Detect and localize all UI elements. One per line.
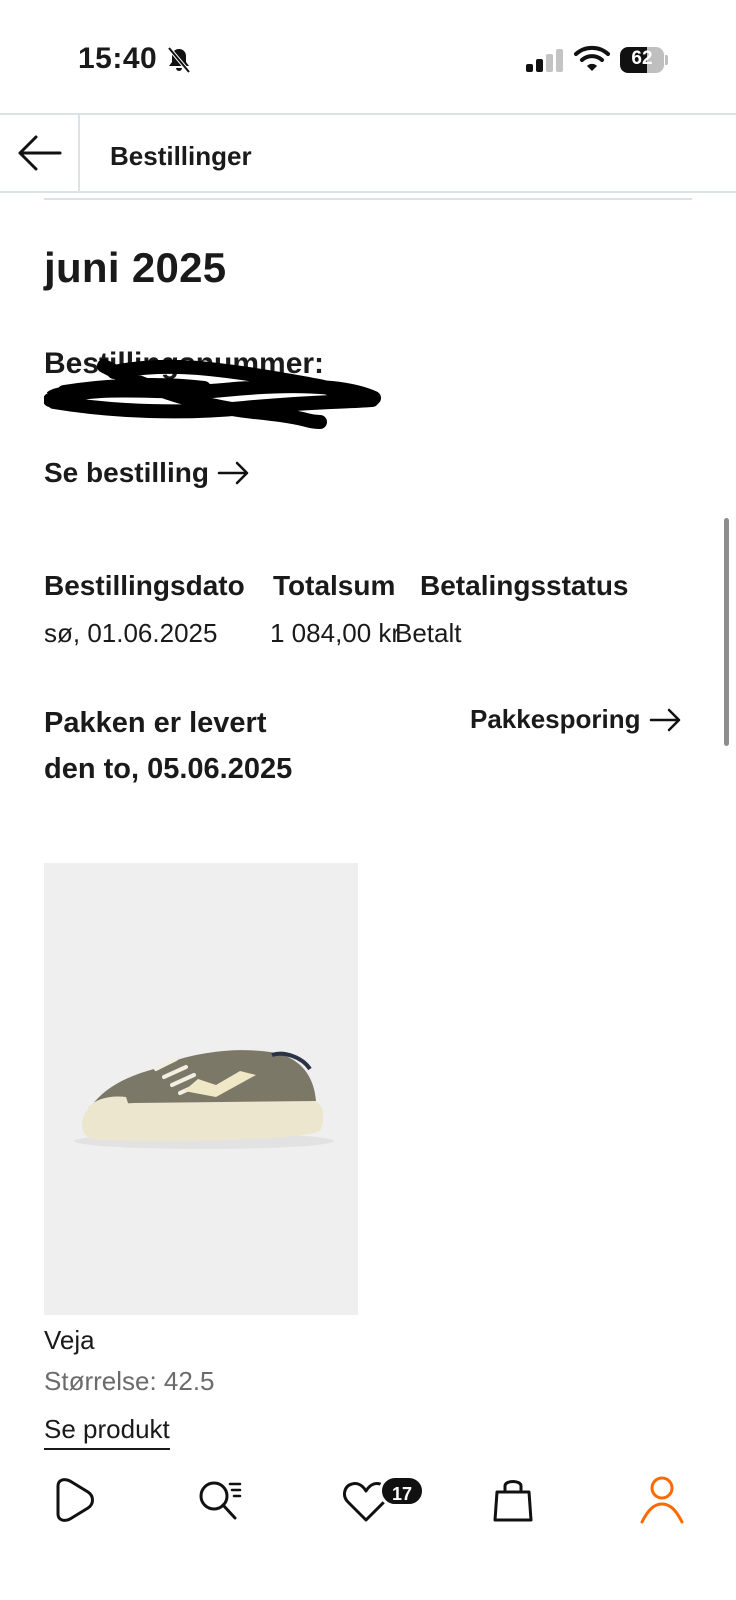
- month-heading: juni 2025: [44, 244, 227, 291]
- battery-level: 62: [631, 48, 653, 69]
- arrow-left-icon: [18, 135, 62, 171]
- payment-status-value: Betalt: [395, 618, 462, 648]
- divider: [44, 198, 692, 200]
- home-icon[interactable]: [44, 1470, 104, 1530]
- delivery-status: Pakken er levert den to, 05.06.2025: [44, 707, 293, 785]
- payment-status-label: Betalingsstatus: [420, 570, 629, 601]
- order-total-value: 1 084,00 kr: [270, 618, 401, 648]
- product-image[interactable]: [44, 863, 358, 1315]
- cellular-signal-icon: [526, 49, 563, 72]
- order-date-label: Bestillingsdato: [44, 570, 245, 601]
- wishlist-count-badge: 17: [379, 1475, 425, 1507]
- back-button[interactable]: [0, 115, 80, 191]
- product-brand: Veja: [44, 1325, 95, 1355]
- sneaker-image: [74, 1050, 334, 1149]
- bag-icon[interactable]: [483, 1470, 543, 1530]
- product-size: Størrelse: 42.5: [44, 1366, 215, 1396]
- bottom-navigation: [0, 1450, 736, 1600]
- order-total-label: Totalsum: [273, 570, 396, 601]
- top-bar: Bestillinger: [0, 113, 736, 193]
- arrow-right-icon: [649, 708, 680, 731]
- see-order-label: Se bestilling: [44, 457, 209, 488]
- battery-icon: 62: [620, 47, 668, 73]
- bell-slash-icon: [167, 46, 191, 74]
- redaction-scribble: [44, 359, 381, 429]
- search-icon[interactable]: [190, 1470, 250, 1530]
- scrollbar[interactable]: [724, 518, 729, 746]
- package-tracking-link[interactable]: Pakkesporing: [470, 704, 683, 735]
- profile-icon[interactable]: [632, 1470, 692, 1530]
- see-product-link[interactable]: Se produkt: [44, 1414, 170, 1450]
- status-bar: 15:40 62: [0, 0, 736, 112]
- arrow-right-icon: [217, 461, 249, 485]
- wifi-icon: [574, 45, 610, 71]
- package-tracking-label: Pakkesporing: [470, 704, 641, 734]
- see-order-link[interactable]: Se bestilling: [44, 457, 251, 489]
- page-title: Bestillinger: [110, 141, 252, 171]
- status-time: 15:40: [78, 42, 158, 75]
- order-date-value: sø, 01.06.2025: [44, 618, 218, 648]
